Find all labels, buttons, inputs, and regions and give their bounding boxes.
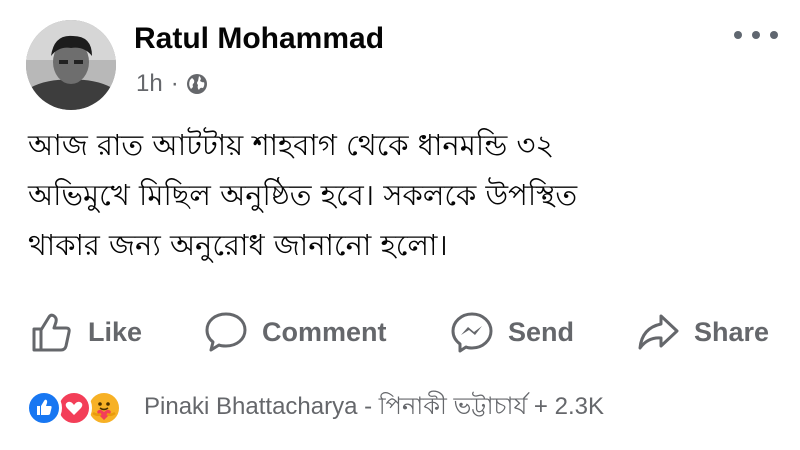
globe-icon[interactable] bbox=[185, 72, 209, 96]
share-arrow-icon bbox=[638, 314, 679, 350]
avatar-image bbox=[26, 20, 116, 110]
post-actions: Like Comment Send Share bbox=[0, 303, 800, 361]
send-label: Send bbox=[508, 316, 575, 347]
meta-separator: · bbox=[170, 70, 179, 97]
like-label: Like bbox=[88, 316, 143, 347]
reactions-summary[interactable]: Pinaki Bhattacharya - পিনাকী ভট্টাচার্য … bbox=[26, 388, 604, 428]
post-text: আজ রাত আটটায় শাহবাগ থেকে ধানমন্ডি ৩২ অভ… bbox=[28, 128, 578, 262]
share-button[interactable]: Share bbox=[636, 303, 769, 361]
author-name[interactable]: Ratul Mohammad bbox=[134, 22, 384, 56]
like-button[interactable]: Like bbox=[30, 303, 142, 361]
like-reaction-icon bbox=[26, 390, 62, 426]
post-meta: 1h · bbox=[136, 70, 209, 98]
post-timestamp[interactable]: 1h bbox=[136, 70, 163, 98]
author-avatar[interactable] bbox=[26, 20, 116, 110]
share-label: Share bbox=[694, 316, 770, 347]
more-options-icon[interactable] bbox=[734, 25, 778, 45]
thumbs-up-icon bbox=[32, 313, 71, 352]
comment-bubble-icon bbox=[205, 312, 247, 352]
send-button[interactable]: Send bbox=[450, 303, 574, 361]
reactions-summary-text[interactable]: Pinaki Bhattacharya - পিনাকী ভট্টাচার্য … bbox=[144, 388, 604, 428]
comment-label: Comment bbox=[262, 316, 387, 347]
messenger-icon bbox=[451, 312, 493, 353]
reaction-icons bbox=[26, 390, 134, 426]
facebook-post: Ratul Mohammad 1h · আজ রাত আটটায় শাহবাগ… bbox=[0, 0, 800, 450]
comment-button[interactable]: Comment bbox=[204, 303, 387, 361]
